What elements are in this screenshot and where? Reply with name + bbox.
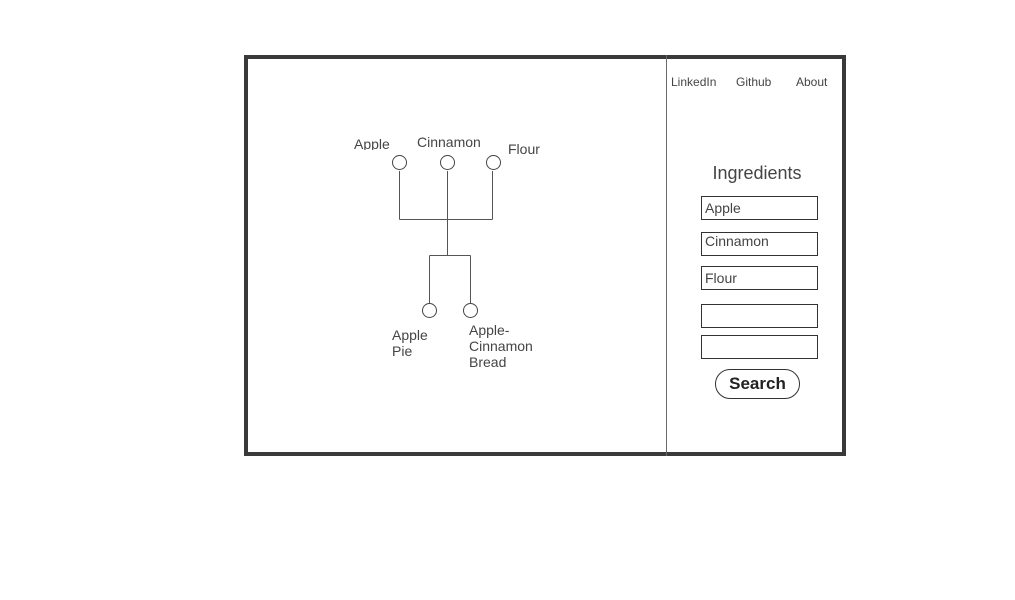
node-apple[interactable] bbox=[392, 155, 407, 170]
node-flour[interactable] bbox=[486, 155, 501, 170]
ingredients-title: Ingredients bbox=[712, 163, 802, 183]
search-button[interactable]: Search bbox=[715, 369, 800, 399]
ingredient-input-4[interactable] bbox=[701, 304, 818, 328]
node-label-cinnamon: Cinnamon bbox=[417, 134, 481, 150]
node-label-apple-cinnamon-bread: Apple-Cinnamon Bread bbox=[469, 322, 533, 370]
ingredient-input-2[interactable] bbox=[701, 232, 818, 256]
node-label-flour: Flour bbox=[508, 141, 540, 157]
node-label-apple-pie: Apple Pie bbox=[392, 327, 428, 359]
panel-divider bbox=[666, 55, 667, 456]
node-label-apple: Apple bbox=[354, 136, 390, 150]
nav-link-github[interactable]: Github bbox=[736, 75, 771, 89]
node-cinnamon[interactable] bbox=[440, 155, 455, 170]
node-apple-pie[interactable] bbox=[422, 303, 437, 318]
nav-link-about[interactable]: About bbox=[796, 75, 827, 89]
ingredient-input-1[interactable] bbox=[701, 196, 818, 220]
ingredient-input-5[interactable] bbox=[701, 335, 818, 359]
ingredient-input-3[interactable] bbox=[701, 266, 818, 290]
node-apple-cinnamon-bread[interactable] bbox=[463, 303, 478, 318]
nav-link-linkedin[interactable]: LinkedIn bbox=[671, 75, 716, 89]
